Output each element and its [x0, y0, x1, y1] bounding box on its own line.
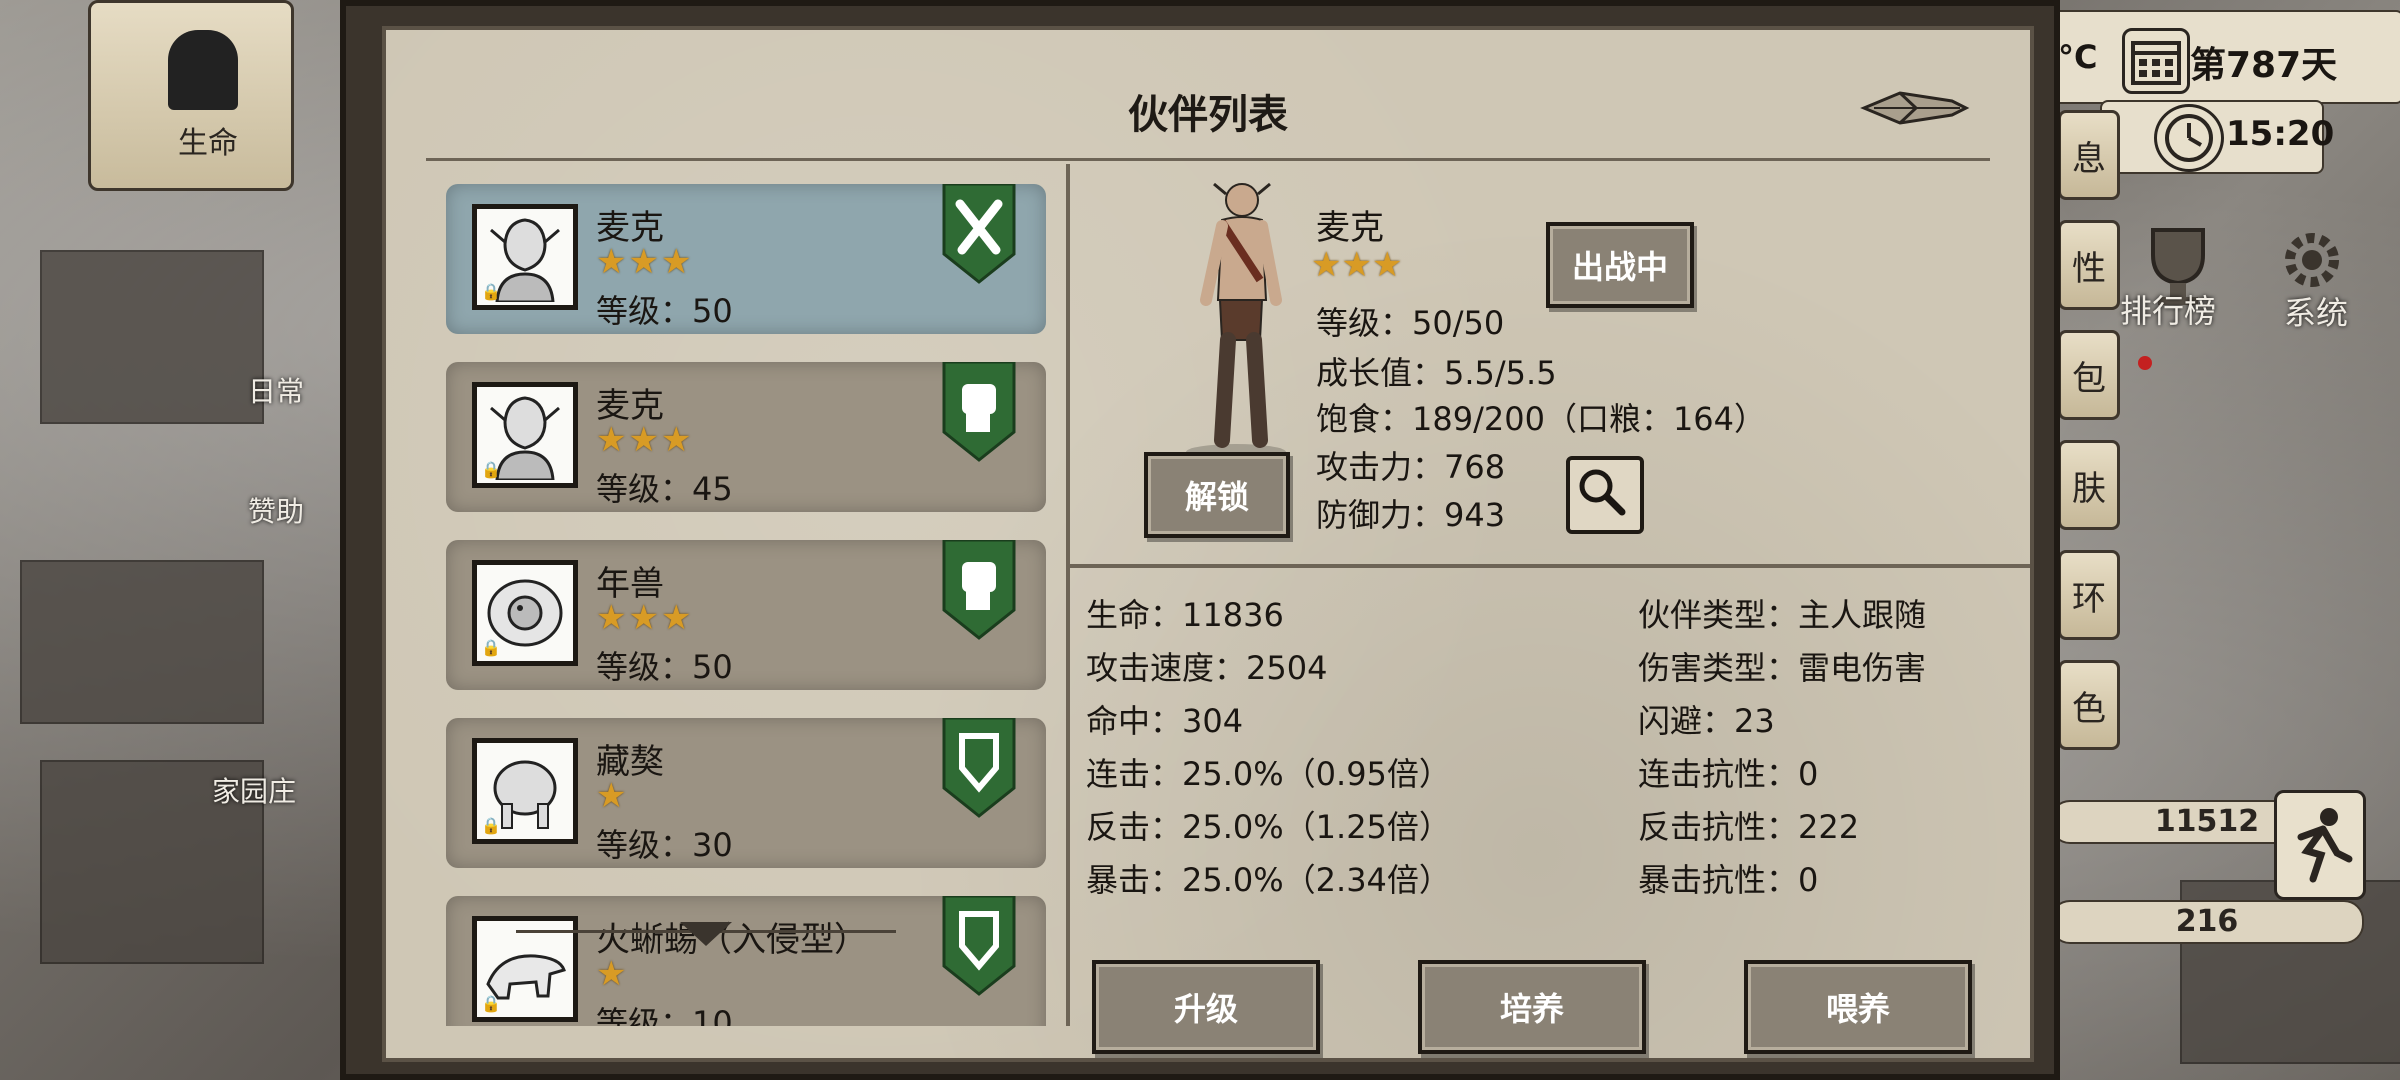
clock-icon: [2154, 104, 2224, 172]
stat-dodge: 闪避：23: [1638, 702, 1775, 740]
stat-crit-resist: 暴击抗性：0: [1638, 861, 1819, 899]
tab-environment[interactable]: 环: [2058, 550, 2120, 640]
partner-card[interactable]: 🔒 年兽 ★★★ 等级：50: [446, 538, 1046, 690]
search-icon[interactable]: [1566, 456, 1644, 534]
fist-icon: [940, 360, 1018, 462]
detail-stars: ★★★: [1311, 245, 1403, 285]
life-label: 生命: [178, 126, 238, 161]
stat-counter-resist: 反击抗性：222: [1638, 808, 1860, 846]
ranking-label[interactable]: 排行榜: [2120, 286, 2216, 332]
partner-card[interactable]: 🔒 麦克 ★★★ 等级：50: [446, 182, 1046, 334]
temperature-unit: °C: [2058, 38, 2098, 76]
partner-card[interactable]: 🔒 火蜥蜴（入侵型） ★ 等级：10: [446, 894, 1046, 1026]
lock-icon: 🔒: [481, 282, 501, 301]
muscle-icon: [168, 30, 238, 110]
modal-title: 伙伴列表: [1128, 92, 1288, 138]
partner-portrait: 🔒: [472, 560, 578, 666]
clock-time: 15:20: [2226, 114, 2335, 154]
stat-combo: 连击：25.0%（0.95倍）: [1086, 755, 1451, 793]
cultivate-button[interactable]: 培养: [1418, 960, 1646, 1054]
partner-level: 等级：50: [596, 292, 733, 330]
partner-figure: [1176, 170, 1306, 460]
partner-portrait: 🔒: [472, 738, 578, 844]
fist-icon: [940, 538, 1018, 640]
lock-icon: 🔒: [481, 816, 501, 835]
partner-card[interactable]: 🔒 麦克 ★★★ 等级：45: [446, 360, 1046, 512]
partner-level: 等级：50: [596, 648, 733, 686]
shield-icon: [940, 894, 1018, 996]
tab-bag[interactable]: 包: [2058, 330, 2120, 420]
tab-skin[interactable]: 肤: [2058, 440, 2120, 530]
shield-icon: [940, 716, 1018, 818]
building: [20, 560, 264, 724]
detail-satiety: 饱食：189/200（口粮：164）: [1316, 400, 1767, 438]
partner-portrait: 🔒: [472, 382, 578, 488]
home-label[interactable]: 家园庄: [212, 770, 296, 810]
lock-icon: 🔒: [481, 994, 501, 1013]
system-label[interactable]: 系统: [2284, 288, 2348, 334]
lock-icon: 🔒: [481, 638, 501, 657]
stat-combo-resist: 连击抗性：0: [1638, 755, 1819, 793]
unlock-button[interactable]: 解锁: [1144, 452, 1290, 538]
lock-icon: 🔒: [481, 460, 501, 479]
pane-divider: [1066, 164, 1070, 1026]
detail-growth: 成长值：5.5/5.5: [1316, 354, 1557, 392]
detail-level: 等级：50/50: [1316, 304, 1505, 342]
running-icon[interactable]: [2274, 790, 2366, 900]
notification-dot: [2138, 356, 2152, 370]
stat-damage-type: 伤害类型：雷电伤害: [1638, 649, 1927, 687]
partner-portrait: 🔒: [472, 204, 578, 310]
detail-name: 麦克: [1316, 208, 1384, 248]
resource-bar-2: 216: [2050, 900, 2364, 944]
stat-counter: 反击：25.0%（1.25倍）: [1086, 808, 1451, 846]
stat-hp: 生命：11836: [1086, 596, 1284, 634]
close-arrow-icon[interactable]: [1860, 85, 1970, 131]
calendar-icon: [2122, 28, 2190, 94]
tab-info[interactable]: 息: [2058, 110, 2120, 200]
modal-panel: 伙伴列表 🔒 麦克 ★★★ 等级：50 🔒 麦克 ★★★ 等级：45 🔒 年兽 …: [382, 26, 2034, 1062]
partner-list[interactable]: 🔒 麦克 ★★★ 等级：50 🔒 麦克 ★★★ 等级：45 🔒 年兽 ★★★ 等…: [426, 164, 1066, 1026]
sponsor-label[interactable]: 赞助: [248, 490, 304, 530]
feed-button[interactable]: 喂养: [1744, 960, 1972, 1054]
deploy-button[interactable]: 出战中: [1546, 222, 1694, 308]
building: [40, 250, 264, 424]
stat-crit: 暴击：25.0%（2.34倍）: [1086, 861, 1451, 899]
partner-card[interactable]: 🔒 藏獒 ★ 等级：30: [446, 716, 1046, 868]
tab-character[interactable]: 色: [2058, 660, 2120, 750]
partner-level: 等级：45: [596, 470, 733, 508]
stat-hit: 命中：304: [1086, 702, 1244, 740]
partner-stars: ★: [596, 776, 629, 816]
partner-list-modal: 伙伴列表 🔒 麦克 ★★★ 等级：50 🔒 麦克 ★★★ 等级：45 🔒 年兽 …: [340, 0, 2060, 1080]
partner-stars: ★★★: [596, 242, 694, 282]
stat-partner-type: 伙伴类型：主人跟随: [1638, 596, 1927, 634]
tab-attributes[interactable]: 性: [2058, 220, 2120, 310]
stat-attack-speed: 攻击速度：2504: [1086, 649, 1328, 687]
upgrade-button[interactable]: 升级: [1092, 960, 1320, 1054]
daily-label[interactable]: 日常: [248, 370, 304, 410]
scroll-down-icon[interactable]: [676, 918, 736, 948]
day-counter: 第787天: [2190, 45, 2338, 86]
title-divider: [426, 158, 1990, 161]
detail-divider: [1070, 564, 2030, 568]
partner-stars: ★★★: [596, 598, 694, 638]
swords-icon: [940, 182, 1018, 284]
detail-attack: 攻击力：768: [1316, 448, 1506, 486]
partner-stars: ★★★: [596, 420, 694, 460]
partner-level: 等级：30: [596, 826, 733, 864]
partner-level: 等级：10: [596, 1004, 733, 1026]
detail-defense: 防御力：943: [1316, 496, 1506, 534]
partner-stars: ★: [596, 954, 629, 994]
